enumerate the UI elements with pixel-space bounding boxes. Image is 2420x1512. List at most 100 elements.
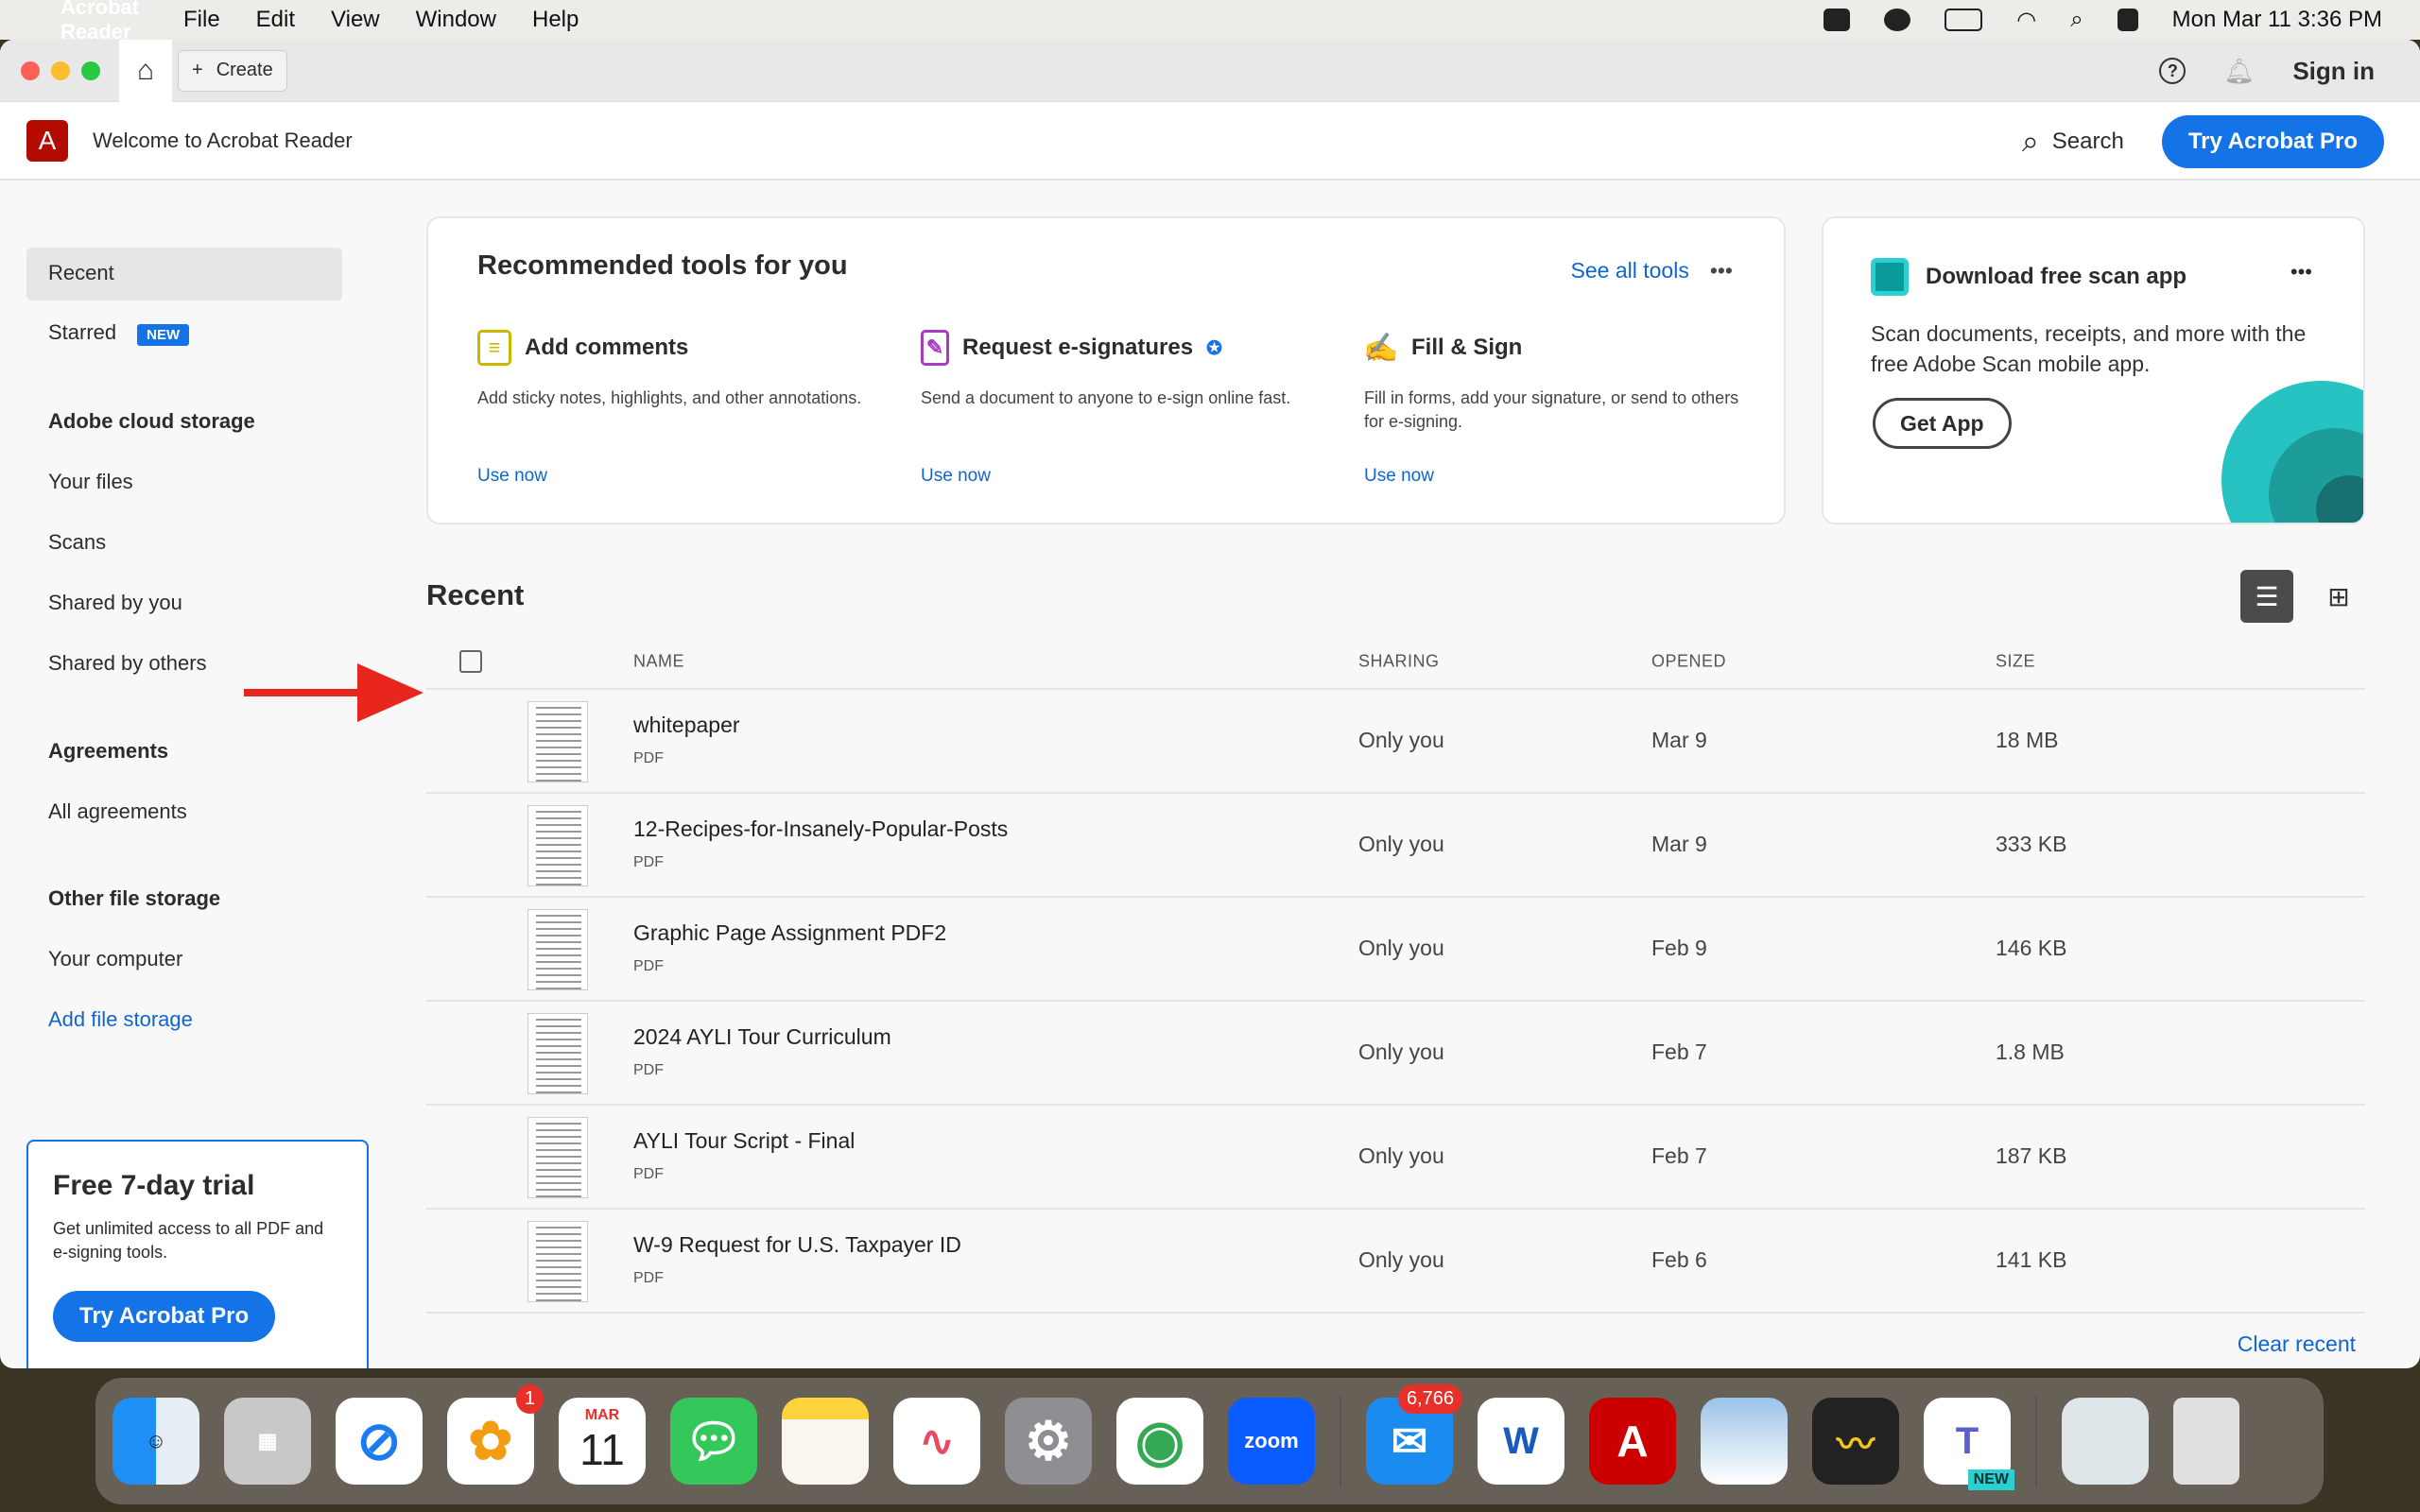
grammarly-icon[interactable] xyxy=(1884,9,1911,31)
dock-separator xyxy=(1340,1396,1341,1486)
preview-icon[interactable] xyxy=(1701,1398,1788,1485)
menu-edit[interactable]: Edit xyxy=(256,7,295,33)
add-file-storage-link[interactable]: Add file storage xyxy=(48,1007,193,1032)
file-row[interactable]: whitepaper PDF Only you Mar 9 18 MB xyxy=(426,690,2365,794)
clock[interactable]: Mon Mar 11 3:36 PM xyxy=(2172,7,2382,33)
system-settings-icon[interactable]: ⚙ xyxy=(1005,1398,1092,1485)
create-button[interactable]: + Create xyxy=(178,49,287,92)
photos-icon[interactable]: ✿ 1 xyxy=(447,1384,544,1485)
control-center-icon[interactable] xyxy=(2117,9,2138,31)
comment-icon: ≡ xyxy=(477,330,511,366)
trial-try-pro-button[interactable]: Try Acrobat Pro xyxy=(53,1291,276,1342)
zoom-icon[interactable]: zoom xyxy=(1228,1398,1315,1485)
scan-title: Download free scan app xyxy=(1926,264,2187,289)
column-name[interactable]: NAME xyxy=(633,652,684,672)
file-row[interactable]: AYLI Tour Script - Final PDF Only you Fe… xyxy=(426,1106,2365,1210)
file-name[interactable]: 2024 AYLI Tour Curriculum xyxy=(633,1024,891,1050)
file-sharing: Only you xyxy=(1358,936,1444,960)
see-all-tools-link[interactable]: See all tools xyxy=(1571,258,1689,284)
file-name[interactable]: whitepaper xyxy=(633,713,740,738)
sidebar-item-shared-by-others[interactable]: Shared by others xyxy=(48,651,207,676)
more-options-icon[interactable]: ••• xyxy=(1710,258,1733,284)
grid-view-button[interactable]: ⊞ xyxy=(2312,570,2365,623)
get-app-button[interactable]: Get App xyxy=(1873,398,2012,449)
file-thumbnail xyxy=(527,1221,588,1302)
use-now-link[interactable]: Use now xyxy=(477,466,874,487)
sign-in-button[interactable]: Sign in xyxy=(2292,57,2375,86)
file-size: 141 KB xyxy=(1996,1247,2067,1272)
notifications-bell-icon[interactable]: 🔔︎ xyxy=(2223,57,2255,86)
clear-recent-link[interactable]: Clear recent xyxy=(2238,1332,2356,1357)
file-sharing: Only you xyxy=(1358,1247,1444,1272)
search-icon: ⌕ xyxy=(2021,123,2039,158)
sidebar-item-your-computer[interactable]: Your computer xyxy=(48,947,182,971)
close-window-button[interactable] xyxy=(21,60,40,80)
battery-icon[interactable] xyxy=(1945,9,1983,31)
tool-fill-sign[interactable]: ✍ Fill & Sign Fill in forms, add your sig… xyxy=(1363,330,1761,487)
file-row[interactable]: Graphic Page Assignment PDF2 PDF Only yo… xyxy=(426,898,2365,1002)
use-now-link[interactable]: Use now xyxy=(921,466,1318,487)
pen-sign-icon: ✍ xyxy=(1363,332,1399,364)
file-row[interactable]: W-9 Request for U.S. Taxpayer ID PDF Onl… xyxy=(426,1210,2365,1314)
freeform-icon[interactable]: ∿ xyxy=(893,1398,980,1485)
word-icon[interactable]: W xyxy=(1478,1398,1564,1485)
acrobat-dock-icon[interactable]: A xyxy=(1589,1398,1676,1485)
column-opened[interactable]: OPENED xyxy=(1651,652,1726,672)
file-sharing: Only you xyxy=(1358,1040,1444,1064)
select-all-checkbox[interactable] xyxy=(459,650,482,673)
teams-icon[interactable]: T NEW xyxy=(1924,1398,2014,1490)
file-name[interactable]: W-9 Request for U.S. Taxpayer ID xyxy=(633,1232,961,1258)
messages-icon[interactable]: 💬︎ xyxy=(670,1398,757,1485)
section-cloud-storage: Adobe cloud storage xyxy=(48,409,255,433)
free-trial-card: Free 7-day trial Get unlimited access to… xyxy=(26,1140,369,1368)
notes-icon[interactable] xyxy=(782,1398,869,1485)
file-name[interactable]: 12-Recipes-for-Insanely-Popular-Posts xyxy=(633,816,1008,842)
safari-icon[interactable]: ⊘ xyxy=(336,1398,423,1485)
column-sharing[interactable]: SHARING xyxy=(1358,652,1440,672)
calendar-icon[interactable]: MAR 11 xyxy=(559,1398,646,1485)
search-button[interactable]: ⌕ Search xyxy=(2022,124,2124,160)
wifi-icon[interactable]: ◠ xyxy=(2016,7,2036,34)
spotlight-search-icon[interactable]: ⌕ xyxy=(2070,7,2083,33)
red-arrow-annotation xyxy=(244,663,424,722)
chrome-icon[interactable]: ◉ xyxy=(1116,1398,1203,1485)
sidebar-item-your-files[interactable]: Your files xyxy=(48,470,133,494)
sidebar-item-recent[interactable]: Recent xyxy=(48,261,114,285)
sidebar-item-shared-by-you[interactable]: Shared by you xyxy=(48,591,182,615)
file-name[interactable]: AYLI Tour Script - Final xyxy=(633,1128,855,1154)
list-view-button[interactable]: ☰ xyxy=(2240,570,2293,623)
more-options-icon[interactable]: ••• xyxy=(2290,260,2312,284)
tool-description: Add sticky notes, highlights, and other … xyxy=(477,388,862,407)
file-row[interactable]: 2024 AYLI Tour Curriculum PDF Only you F… xyxy=(426,1002,2365,1106)
minimize-window-button[interactable] xyxy=(51,60,70,80)
tool-request-esignatures[interactable]: ✎ Request e-signatures ✪ Send a document t… xyxy=(921,330,1318,487)
use-now-link[interactable]: Use now xyxy=(1364,466,1761,487)
zoom-window-button[interactable] xyxy=(81,60,100,80)
finder-icon[interactable]: ☺ xyxy=(112,1398,199,1485)
try-acrobat-pro-button[interactable]: Try Acrobat Pro xyxy=(2161,114,2384,168)
tool-add-comments[interactable]: ≡ Add comments Add sticky notes, highligh… xyxy=(477,330,874,487)
menu-view[interactable]: View xyxy=(331,7,380,33)
sidebar-item-all-agreements[interactable]: All agreements xyxy=(48,799,187,824)
waves-app-icon[interactable]: 〰 xyxy=(1812,1398,1899,1485)
premium-star-icon: ✪ xyxy=(1206,337,1222,359)
menu-window[interactable]: Window xyxy=(416,7,496,33)
file-name[interactable]: Graphic Page Assignment PDF2 xyxy=(633,920,946,946)
trash-icon[interactable] xyxy=(2173,1398,2239,1485)
home-tab[interactable]: ⌂ xyxy=(119,40,172,102)
sidebar-item-scans[interactable]: Scans xyxy=(48,530,106,555)
column-size[interactable]: SIZE xyxy=(1996,652,2035,672)
downloads-stack-icon[interactable] xyxy=(2062,1398,2149,1485)
mail-icon[interactable]: ✉ 6,766 xyxy=(1366,1384,1462,1485)
section-agreements: Agreements xyxy=(48,739,169,763)
menu-file[interactable]: File xyxy=(183,7,220,33)
recent-heading: Recent xyxy=(426,578,525,611)
menu-help[interactable]: Help xyxy=(532,7,579,33)
sidebar-item-starred[interactable]: Starred NEW xyxy=(48,320,190,346)
file-type: PDF xyxy=(633,1270,664,1286)
plus-icon: + xyxy=(192,60,203,80)
file-row[interactable]: 12-Recipes-for-Insanely-Popular-Posts PD… xyxy=(426,794,2365,898)
launchpad-icon[interactable]: ▦ xyxy=(224,1398,311,1485)
status-app-icon[interactable] xyxy=(1824,9,1851,31)
help-icon[interactable]: ? xyxy=(2159,58,2187,84)
